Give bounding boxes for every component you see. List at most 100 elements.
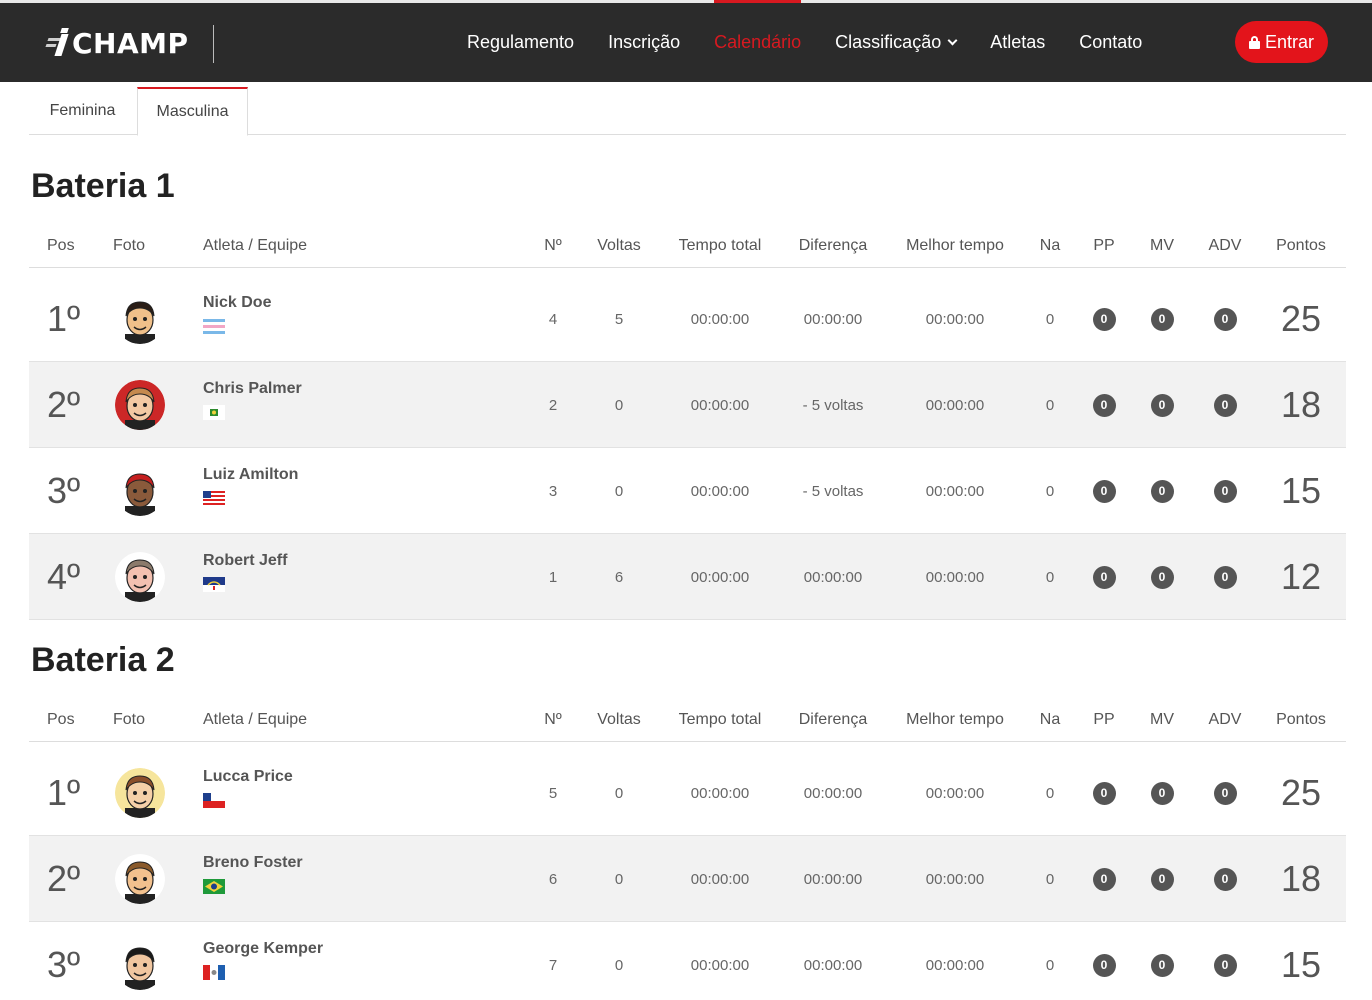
column-header-pp[interactable]: PP <box>1085 698 1123 742</box>
mv-badge: 0 <box>1150 479 1174 503</box>
nav-item-inscricao[interactable]: Inscrição <box>591 3 697 82</box>
total-time-value: 00:00:00 <box>690 396 750 414</box>
table-row[interactable]: 1º Nick Doe 4 5 00:00:00 00:00:00 00:00:00 0 0… <box>29 276 1346 362</box>
login-button[interactable]: Entrar <box>1235 21 1328 63</box>
nav-item-regulamento[interactable]: Regulamento <box>450 3 591 82</box>
brand-logo[interactable]: CHAMP <box>45 23 189 63</box>
avatar[interactable] <box>115 854 165 904</box>
column-header-numero[interactable]: Nº <box>533 224 573 268</box>
avatar[interactable] <box>115 552 165 602</box>
adv-cell: 0 <box>1199 750 1251 836</box>
navbar: CHAMP Regulamento Inscrição Calendário C… <box>0 0 1372 82</box>
pp-badge: 0 <box>1092 479 1116 503</box>
athlete-name[interactable]: Nick Doe <box>203 294 271 312</box>
pp-badge: 0 <box>1092 307 1116 331</box>
flag-red-blue-split-icon <box>203 965 225 980</box>
column-header-tempo-total[interactable]: Tempo total <box>665 224 775 268</box>
column-header-pos[interactable]: Pos <box>47 698 107 742</box>
nav-item-atletas[interactable]: Atletas <box>973 3 1062 82</box>
table-header: Pos Foto Atleta / Equipe Nº Voltas Tempo tota… <box>29 698 1346 742</box>
column-header-pontos[interactable]: Pontos <box>1263 224 1339 268</box>
mv-cell: 0 <box>1142 836 1182 922</box>
column-header-diferenca[interactable]: Diferença <box>783 224 883 268</box>
gap-value: 00:00:00 <box>803 784 863 802</box>
table-row[interactable]: 3º Luiz Amilton 3 0 00:00:00 - 5 voltas 00:0… <box>29 448 1346 534</box>
athlete-name[interactable]: Breno Foster <box>203 854 303 872</box>
adv-badge: 0 <box>1213 867 1237 891</box>
nav-item-classificacao[interactable]: Classificação <box>818 3 973 82</box>
column-header-foto[interactable]: Foto <box>113 224 173 268</box>
athlete-name[interactable]: Robert Jeff <box>203 552 287 570</box>
nav-item-contato[interactable]: Contato <box>1062 3 1159 82</box>
column-header-mv[interactable]: MV <box>1142 224 1182 268</box>
column-header-mv[interactable]: MV <box>1142 698 1182 742</box>
mv-cell: 0 <box>1142 922 1182 1000</box>
avatar[interactable] <box>115 466 165 516</box>
nav-item-classificacao-label: Classificação <box>835 32 942 52</box>
column-header-pp[interactable]: PP <box>1085 224 1123 268</box>
position-value: 3º <box>47 470 81 511</box>
tab-masculina[interactable]: Masculina <box>137 87 248 136</box>
column-header-adv[interactable]: ADV <box>1199 224 1251 268</box>
athlete-name[interactable]: Chris Palmer <box>203 380 302 398</box>
column-header-adv[interactable]: ADV <box>1199 698 1251 742</box>
column-header-numero[interactable]: Nº <box>533 698 573 742</box>
points-value: 25 <box>1280 298 1322 339</box>
main-nav: Regulamento Inscrição Calendário Classif… <box>450 0 1159 82</box>
column-header-atleta[interactable]: Atleta / Equipe <box>203 698 403 742</box>
tab-feminina[interactable]: Feminina <box>29 87 136 135</box>
column-header-tempo-total[interactable]: Tempo total <box>665 698 775 742</box>
kart-number: 5 <box>548 784 558 802</box>
adv-cell: 0 <box>1199 534 1251 620</box>
mv-badge: 0 <box>1150 307 1174 331</box>
athlete-photo <box>115 534 165 620</box>
column-header-pos[interactable]: Pos <box>47 224 107 268</box>
avatar[interactable] <box>115 380 165 430</box>
column-header-atleta[interactable]: Atleta / Equipe <box>203 224 403 268</box>
position-value: 2º <box>47 384 81 425</box>
mv-cell: 0 <box>1142 534 1182 620</box>
column-header-melhor-tempo[interactable]: Melhor tempo <box>895 224 1015 268</box>
mv-badge: 0 <box>1150 867 1174 891</box>
flag-blue-arc-icon <box>203 577 225 592</box>
athlete-photo <box>115 750 165 836</box>
laps-value: 0 <box>614 784 624 802</box>
table-row[interactable]: 2º Chris Palmer 2 0 00:00:00 - 5 voltas 00:0… <box>29 362 1346 448</box>
laps-value: 0 <box>614 870 624 888</box>
adv-badge: 0 <box>1213 393 1237 417</box>
pp-cell: 0 <box>1085 750 1123 836</box>
nav-item-calendario[interactable]: Calendário <box>697 0 818 82</box>
athlete-name[interactable]: Luiz Amilton <box>203 466 298 484</box>
best-time-value: 00:00:00 <box>925 568 985 586</box>
table-row[interactable]: 4º Robert Jeff 1 6 00:00:00 00:00:00 00:00:0… <box>29 534 1346 620</box>
column-header-na[interactable]: Na <box>1031 698 1069 742</box>
column-header-voltas[interactable]: Voltas <box>589 698 649 742</box>
mv-badge: 0 <box>1150 781 1174 805</box>
table-row[interactable]: 3º George Kemper 7 0 00:00:00 00:00:00 00:00… <box>29 922 1346 1000</box>
avatar[interactable] <box>115 294 165 344</box>
points-value: 18 <box>1280 858 1322 899</box>
pp-badge: 0 <box>1092 867 1116 891</box>
avatar[interactable] <box>115 768 165 818</box>
column-header-pontos[interactable]: Pontos <box>1263 698 1339 742</box>
pp-cell: 0 <box>1085 276 1123 362</box>
athlete-name[interactable]: Lucca Price <box>203 768 293 786</box>
avatar[interactable] <box>115 940 165 990</box>
adv-cell: 0 <box>1199 836 1251 922</box>
na-value: 0 <box>1045 956 1055 974</box>
column-header-voltas[interactable]: Voltas <box>589 224 649 268</box>
brand-name: CHAMP <box>72 26 189 60</box>
table-row[interactable]: 2º Breno Foster 6 0 00:00:00 00:00:00 00:00:… <box>29 836 1346 922</box>
na-value: 0 <box>1045 482 1055 500</box>
pp-badge: 0 <box>1092 781 1116 805</box>
table-row[interactable]: 1º Lucca Price 5 0 00:00:00 00:00:00 00:00:0… <box>29 750 1346 836</box>
column-header-foto[interactable]: Foto <box>113 698 173 742</box>
column-header-melhor-tempo[interactable]: Melhor tempo <box>895 698 1015 742</box>
athlete-name[interactable]: George Kemper <box>203 940 323 958</box>
flag-white-red-blue-icon <box>203 793 225 808</box>
column-header-na[interactable]: Na <box>1031 224 1069 268</box>
brand-divider <box>213 25 214 63</box>
position-value: 4º <box>47 556 81 597</box>
column-header-diferenca[interactable]: Diferença <box>783 698 883 742</box>
laps-value: 0 <box>614 482 624 500</box>
